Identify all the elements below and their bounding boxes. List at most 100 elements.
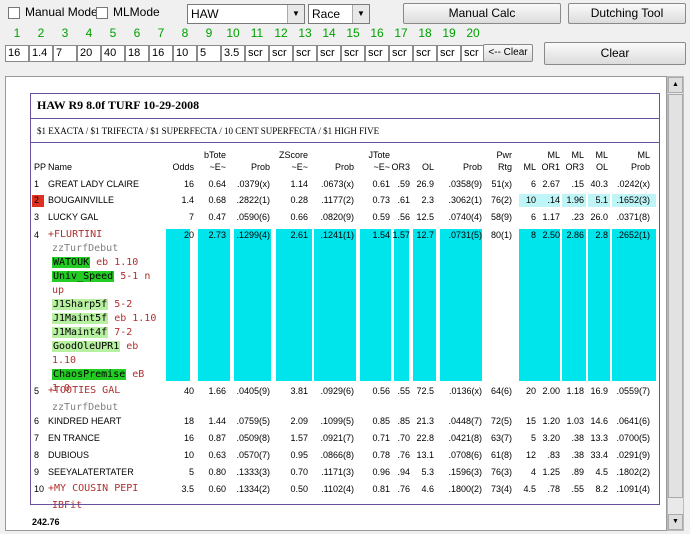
table-cell: 72(5) [490, 416, 512, 426]
odds-input[interactable]: 16 [5, 45, 29, 62]
clear-row-button[interactable]: <-- Clear [483, 44, 533, 62]
odds-input[interactable]: scr [269, 45, 293, 62]
scroll-down-icon[interactable]: ▼ [668, 514, 683, 530]
horse-name: +MY COUSIN PEPI [48, 483, 139, 494]
column-header: Name [48, 162, 73, 172]
table-cell: 0.61 [372, 179, 390, 189]
flurtini-note-line: Univ_Speed 5-1 n [52, 271, 150, 282]
divider [31, 118, 659, 119]
odds-input[interactable]: scr [413, 45, 437, 62]
odds-input[interactable]: scr [437, 45, 461, 62]
table-cell: .3062(1) [448, 195, 482, 205]
odds-input[interactable]: scr [389, 45, 413, 62]
odds-input[interactable]: 7 [53, 45, 77, 62]
table-cell: .0509(8) [236, 433, 270, 443]
highlight-cell [394, 229, 409, 381]
highlight-cell [536, 229, 560, 381]
table-cell: 63(7) [490, 433, 512, 443]
table-cell: .0921(7) [320, 433, 354, 443]
table-cell: .1596(3) [448, 467, 482, 477]
column-header: ~E~ [373, 162, 390, 172]
table-cell: 6 [530, 179, 536, 189]
highlight-cell [519, 229, 536, 381]
report-panel[interactable]: HAW R9 8.0f TURF 10-29-2008 $1 EXACTA / … [5, 76, 667, 531]
odds-input[interactable]: 5 [197, 45, 221, 62]
odds-input[interactable]: scr [245, 45, 269, 62]
odds-input[interactable]: scr [317, 45, 341, 62]
table-cell: .1102(4) [321, 484, 354, 494]
ml-mode-checkbox[interactable] [96, 7, 108, 19]
table-cell: 20 [183, 230, 194, 240]
table-cell: .1091(4) [616, 484, 650, 494]
manual-mode-checkbox[interactable] [8, 7, 20, 19]
odds-input[interactable]: 1.4 [29, 45, 53, 62]
table-cell: .70 [397, 433, 410, 443]
table-cell: .2822(1) [236, 195, 270, 205]
scroll-up-icon[interactable]: ▲ [668, 77, 683, 93]
table-cell: 58(9) [490, 212, 512, 222]
odds-input[interactable]: 40 [101, 45, 125, 62]
table-cell: 3.20 [542, 433, 560, 443]
table-cell: 7 [188, 212, 194, 222]
clear-button[interactable]: Clear [544, 42, 686, 65]
table-cell: .1333(3) [236, 467, 270, 477]
odds-input[interactable]: scr [365, 45, 389, 62]
flurtini-note-line: 1.0 [52, 383, 70, 394]
horse-name: +FLURTINI [48, 229, 103, 240]
table-cell: .61 [397, 195, 410, 205]
column-header: ML [595, 150, 608, 160]
race-select[interactable]: Race ▼ [308, 4, 370, 24]
odds-input[interactable]: scr [341, 45, 365, 62]
table-cell: 0.81 [372, 484, 390, 494]
table-cell: 2.8 [595, 230, 608, 240]
horse-number-label: 16 [370, 26, 384, 40]
odds-input[interactable]: 20 [77, 45, 101, 62]
dutching-tool-button[interactable]: Dutching Tool [568, 3, 686, 24]
table-cell: 15 [525, 416, 536, 426]
note-text: up [52, 285, 65, 296]
track-select[interactable]: HAW ▼ [187, 4, 305, 24]
odds-input[interactable]: 3.5 [221, 45, 245, 62]
column-header: OR1 [541, 162, 560, 172]
odds-input[interactable]: 10 [173, 45, 197, 62]
table-cell: 0.95 [290, 450, 308, 460]
table-cell: .94 [397, 467, 410, 477]
table-cell: .1652(3) [616, 195, 650, 205]
table-cell: 51(x) [491, 179, 512, 189]
chevron-down-icon[interactable]: ▼ [352, 5, 369, 23]
note-text: eB [126, 369, 145, 380]
table-cell: .0708(6) [448, 450, 482, 460]
horse-name: BOUGAINVILLE [48, 195, 115, 205]
table-cell: 10 [183, 450, 194, 460]
table-cell: .23 [571, 212, 584, 222]
table-cell: 0.71 [372, 433, 390, 443]
flurtini-note-line: J1Sharp5f 5-2 [52, 299, 132, 310]
table-cell: 1.18 [566, 386, 584, 396]
chevron-down-icon[interactable]: ▼ [287, 5, 304, 23]
ml-mode-label: MLMode [113, 5, 160, 19]
column-header: OR3 [565, 162, 584, 172]
table-cell: 64(6) [490, 386, 512, 396]
odds-input[interactable]: scr [461, 45, 485, 62]
race-title: HAW R9 8.0f TURF 10-29-2008 [37, 98, 200, 112]
table-cell: 4.5 [523, 484, 536, 494]
table-cell: 5.3 [421, 467, 434, 477]
table-cell: .0559(7) [616, 386, 650, 396]
flurtini-note-line: GoodOleUPR1 eb [52, 341, 138, 352]
vertical-scrollbar[interactable]: ▲ ▼ [667, 76, 684, 531]
table-cell: .0673(x) [320, 179, 354, 189]
odds-input[interactable]: scr [293, 45, 317, 62]
odds-input[interactable]: 16 [149, 45, 173, 62]
table-cell: .59 [397, 179, 410, 189]
scroll-thumb[interactable] [668, 94, 683, 498]
column-header: OR3 [391, 162, 410, 172]
odds-input[interactable]: 18 [125, 45, 149, 62]
table-cell: 2.00 [542, 386, 560, 396]
horse-name: EN TRANCE [48, 433, 100, 443]
table-cell: 12.5 [416, 212, 434, 222]
manual-calc-button[interactable]: Manual Calc [403, 3, 561, 24]
table-cell: 16 [183, 179, 194, 189]
horse-name: DUBIOUS [48, 450, 90, 460]
note-text: WATOUK [52, 257, 91, 268]
table-cell: .0759(5) [236, 416, 270, 426]
